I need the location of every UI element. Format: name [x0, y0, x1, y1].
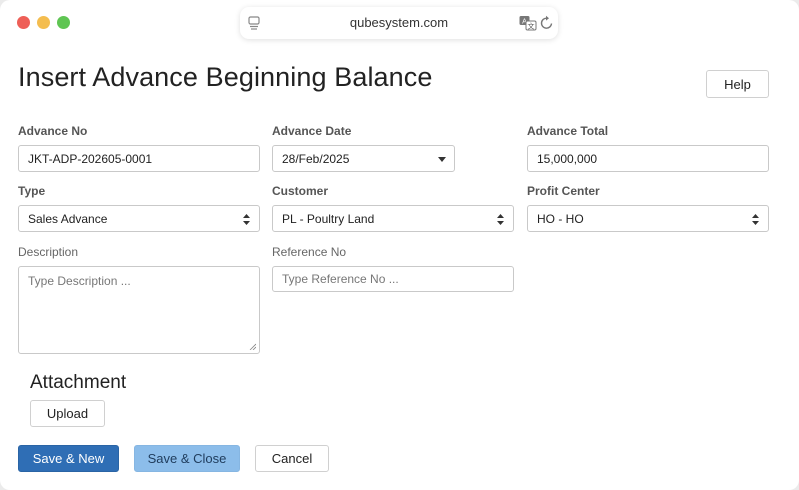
type-value: Sales Advance — [28, 211, 108, 226]
url-text[interactable]: qubesystem.com — [240, 15, 558, 30]
attachment-heading: Attachment — [30, 372, 127, 393]
advance-no-value: JKT-ADP-202605-0001 — [28, 151, 153, 166]
advance-total-value: 15,000,000 — [537, 151, 598, 166]
type-select[interactable]: Sales Advance — [18, 205, 260, 232]
upload-button[interactable]: Upload — [30, 400, 105, 427]
svg-text:文: 文 — [528, 22, 535, 31]
zoom-window-button[interactable] — [57, 16, 70, 29]
profit-center-select[interactable]: HO - HO — [527, 205, 769, 232]
type-label: Type — [18, 184, 46, 198]
advance-no-label: Advance No — [18, 124, 88, 138]
sort-arrows-icon — [497, 214, 504, 225]
profit-center-label: Profit Center — [527, 184, 600, 198]
customer-select[interactable]: PL - Poultry Land — [272, 205, 514, 232]
advance-total-input[interactable]: 15,000,000 — [527, 145, 769, 172]
reference-no-label: Reference No — [272, 245, 347, 259]
reference-no-placeholder: Type Reference No ... — [282, 272, 399, 286]
cancel-button[interactable]: Cancel — [255, 445, 329, 472]
advance-no-input[interactable]: JKT-ADP-202605-0001 — [18, 145, 260, 172]
sort-arrows-icon — [243, 214, 250, 225]
close-window-button[interactable] — [17, 16, 30, 29]
customer-value: PL - Poultry Land — [282, 211, 375, 226]
minimize-window-button[interactable] — [37, 16, 50, 29]
help-button[interactable]: Help — [706, 70, 769, 98]
address-bar[interactable]: qubesystem.com A 文 — [240, 7, 558, 39]
save-close-button[interactable]: Save & Close — [134, 445, 240, 472]
page-title: Insert Advance Beginning Balance — [18, 62, 433, 92]
translate-icon[interactable]: A 文 — [519, 15, 537, 31]
description-placeholder: Type Description ... — [28, 274, 131, 288]
resize-grip-icon[interactable] — [249, 343, 256, 350]
browser-window: qubesystem.com A 文 Insert Advance Beginn… — [0, 0, 799, 490]
reference-no-input[interactable]: Type Reference No ... — [272, 266, 514, 292]
advance-date-value: 28/Feb/2025 — [282, 151, 350, 166]
advance-date-picker[interactable]: 28/Feb/2025 — [272, 145, 455, 172]
profit-center-value: HO - HO — [537, 211, 584, 226]
description-label: Description — [18, 245, 79, 259]
advance-date-label: Advance Date — [272, 124, 352, 138]
description-textarea[interactable]: Type Description ... — [18, 266, 260, 354]
chevron-down-icon[interactable] — [438, 157, 446, 162]
sort-arrows-icon — [752, 214, 759, 225]
save-new-button[interactable]: Save & New — [18, 445, 119, 472]
reload-icon[interactable] — [540, 15, 554, 30]
advance-total-label: Advance Total — [527, 124, 609, 138]
customer-label: Customer — [272, 184, 329, 198]
